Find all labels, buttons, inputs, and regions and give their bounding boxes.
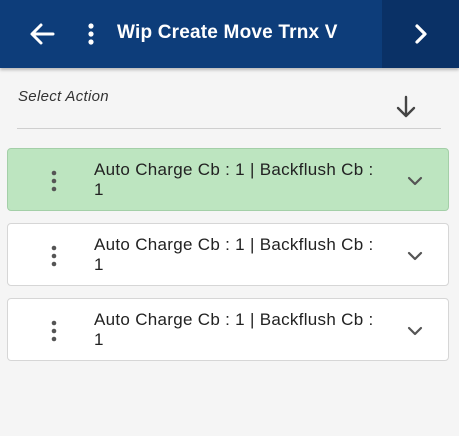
list-item-text: Auto Charge Cb : 1 | Backflush Cb : 1 — [94, 235, 374, 274]
overflow-menu-button[interactable] — [78, 17, 104, 51]
chevron-down-icon[interactable] — [405, 171, 425, 191]
select-action-field[interactable]: Select Action — [17, 78, 441, 129]
chevron-down-icon[interactable] — [405, 246, 425, 266]
back-button[interactable] — [22, 17, 62, 51]
list-item-text: Auto Charge Cb : 1 | Backflush Cb : 1 — [94, 310, 374, 349]
app-header: Wip Create Move Trnx V — [0, 0, 459, 68]
arrow-down-icon[interactable] — [395, 94, 417, 120]
kebab-menu-icon — [51, 245, 57, 267]
select-action-label: Select Action — [18, 88, 109, 105]
kebab-menu-icon — [51, 320, 57, 342]
list-item[interactable]: Auto Charge Cb : 1 | Backflush Cb : 1 — [7, 223, 449, 286]
kebab-menu-icon — [88, 23, 94, 45]
item-menu-button[interactable] — [46, 242, 62, 270]
list-item[interactable]: Auto Charge Cb : 1 | Backflush Cb : 1 — [7, 298, 449, 361]
kebab-menu-icon — [51, 170, 57, 192]
list-item-text: Auto Charge Cb : 1 | Backflush Cb : 1 — [94, 160, 374, 199]
page-title: Wip Create Move Trnx V — [117, 22, 338, 43]
list-item[interactable]: Auto Charge Cb : 1 | Backflush Cb : 1 — [7, 148, 449, 211]
item-menu-button[interactable] — [46, 167, 62, 195]
chevron-right-icon — [414, 24, 427, 44]
next-button[interactable] — [382, 0, 459, 68]
chevron-down-icon[interactable] — [405, 321, 425, 341]
arrow-left-icon — [30, 23, 55, 45]
item-menu-button[interactable] — [46, 317, 62, 345]
